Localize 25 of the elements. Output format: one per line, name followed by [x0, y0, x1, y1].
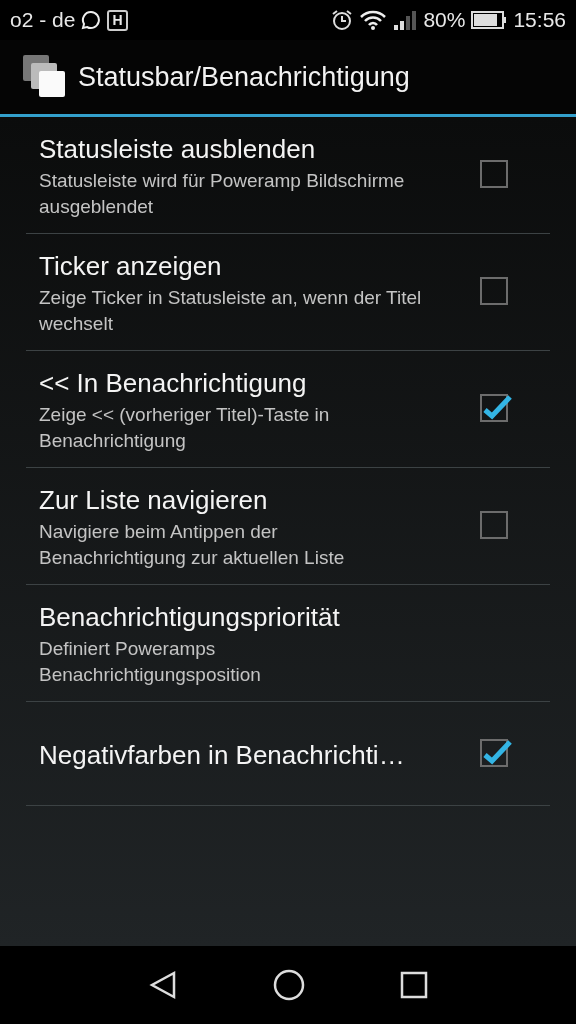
preference-summary: Zeige Ticker in Statusleiste an, wenn der Titel wechselt: [39, 286, 423, 336]
preference-summary: Navigiere beim Antippen der Benachrichtigung zur aktuellen Liste: [39, 520, 346, 570]
signal-icon: [393, 9, 418, 31]
preference-title: Benachrichtigungspriorität: [39, 601, 341, 634]
alarm-icon: [331, 9, 354, 31]
preference-title: << In Benachrichtigung: [39, 367, 308, 400]
chat-bubble-icon: [81, 10, 102, 30]
preference-title: Statusleiste ausblenden: [39, 133, 317, 166]
preference-title: Negativfarben in Benachrichti…: [39, 738, 406, 772]
home-icon[interactable]: [273, 969, 305, 1001]
battery-icon: [471, 11, 508, 29]
preference-summary: Zeige << (vorheriger Titel)-Taste in Benachrichtigung: [39, 403, 331, 453]
preference-summary: Statusleiste wird für Poweramp Bildschirme ausgeblendet: [39, 169, 406, 219]
screen-title: Statusbar/Benachrichtigung: [78, 61, 410, 93]
battery-percentage: 80%: [423, 8, 466, 32]
wifi-icon: [359, 9, 388, 31]
preference-summary: Definiert Poweramps Benachrichtigungsposition: [39, 637, 262, 687]
clock-time: 15:56: [513, 8, 566, 32]
carrier-name: o2 - de: [10, 8, 76, 32]
hotspot-badge: H: [107, 9, 128, 31]
app-icon: [22, 54, 68, 100]
preference-title: Ticker anzeigen: [39, 250, 223, 283]
recent-apps-icon[interactable]: [400, 971, 429, 999]
preference-title: Zur Liste navigieren: [39, 484, 269, 517]
back-icon[interactable]: [147, 970, 178, 1000]
